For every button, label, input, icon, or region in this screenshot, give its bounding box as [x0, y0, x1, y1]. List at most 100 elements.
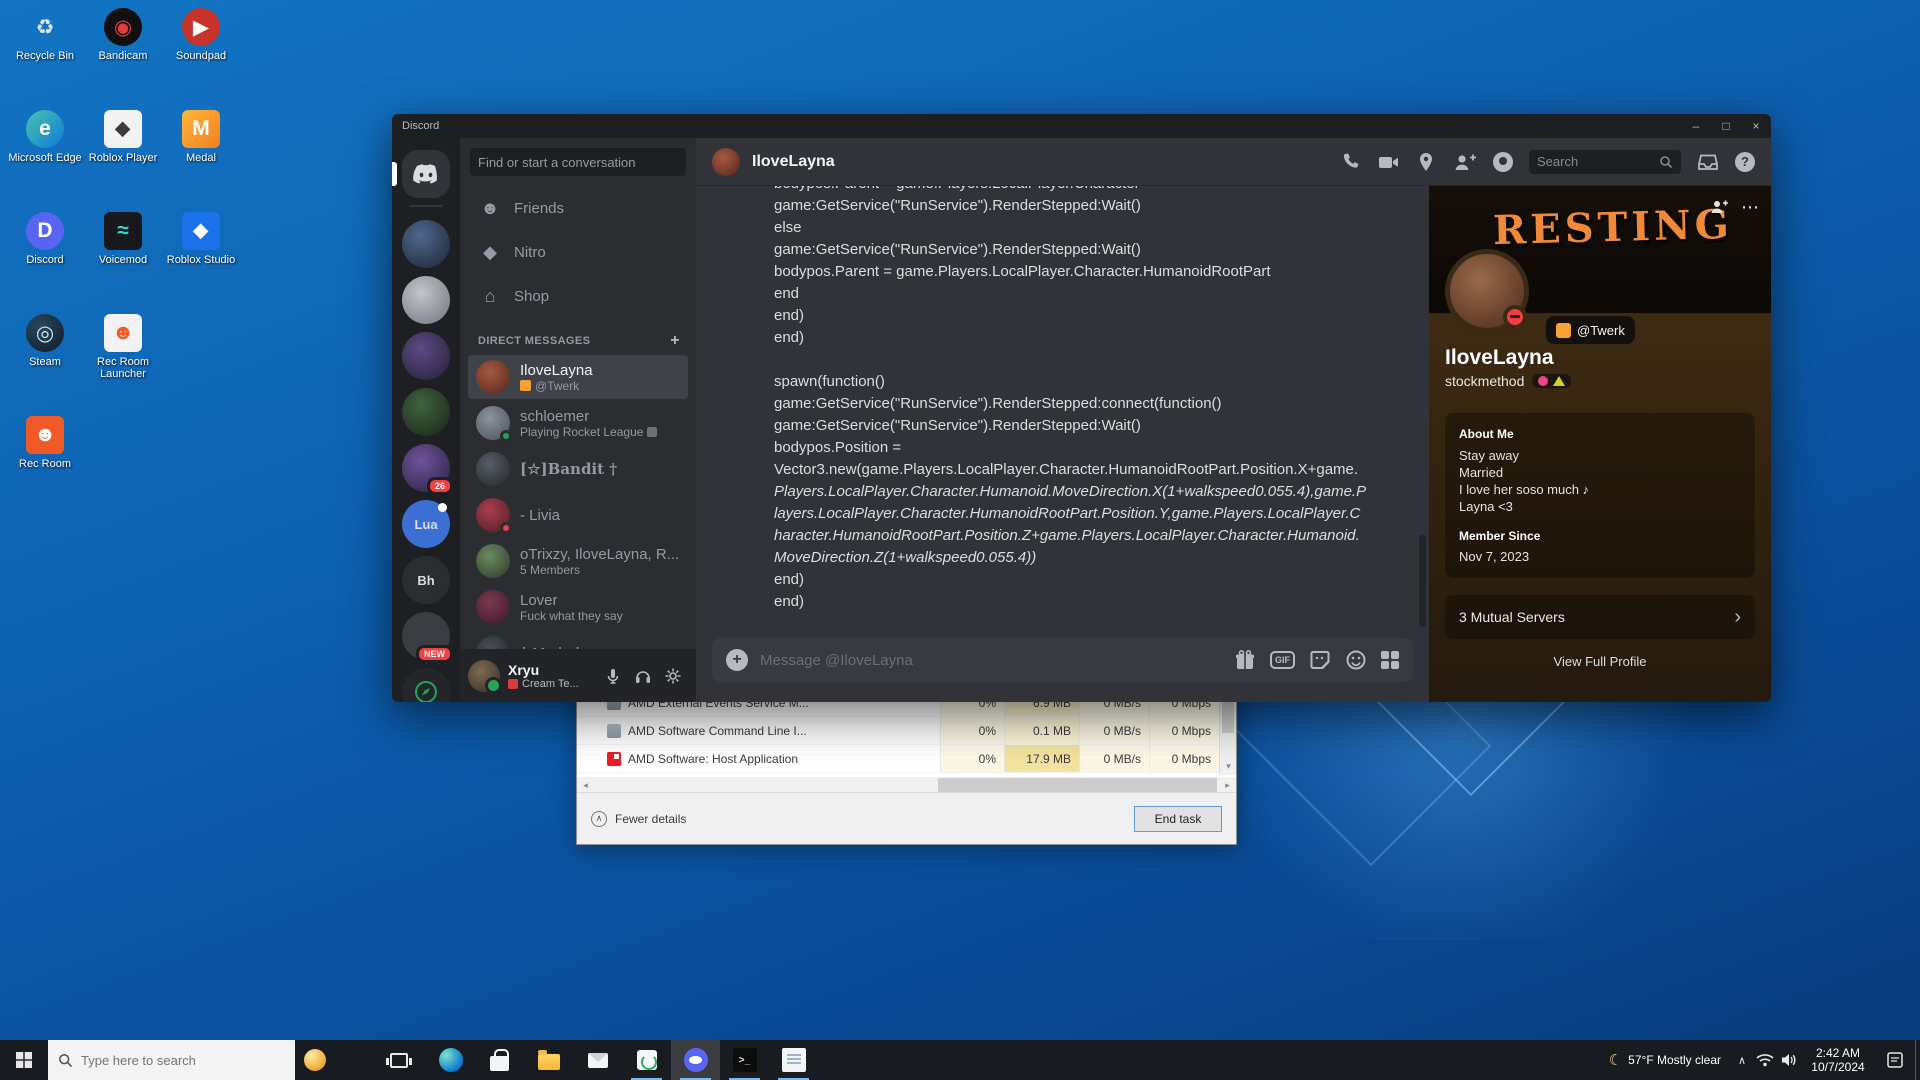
desktop-icon[interactable]: M Medal	[162, 110, 240, 212]
attach-file-button[interactable]: +	[726, 649, 748, 671]
discord-titlebar[interactable]: Discord – □ ×	[392, 114, 1771, 138]
clock[interactable]: 2:42 AM 10/7/2024	[1801, 1040, 1875, 1080]
sidebar-nav-item[interactable]: ◆ Nitro	[468, 230, 688, 274]
close-button[interactable]: ×	[1741, 114, 1771, 138]
desktop-icon[interactable]: e Microsoft Edge	[6, 110, 84, 212]
server-icon[interactable]: Bh	[402, 556, 450, 604]
dm-list-item[interactable]: IloveLayna @Twerk	[468, 355, 688, 399]
maximize-button[interactable]: □	[1711, 114, 1741, 138]
dm-list-item[interactable]: - Livia	[468, 493, 688, 537]
taskbar-search-input[interactable]	[81, 1053, 266, 1068]
create-dm-button[interactable]: +	[670, 332, 680, 350]
taskbar-app-button[interactable]	[671, 1040, 720, 1080]
dm-subtitle-row: Fuck what they say	[520, 609, 623, 623]
desktop-icon-glyph: ◼	[111, 117, 135, 141]
emoji-picker-button[interactable]	[1345, 649, 1367, 671]
fewer-details-button[interactable]: ∧ Fewer details	[591, 811, 686, 827]
conversation-search-button[interactable]: Find or start a conversation	[470, 148, 686, 176]
server-icon[interactable]: Lua	[402, 500, 450, 548]
mute-microphone-button[interactable]	[598, 661, 628, 691]
dm-list-item[interactable]: [☆]Bandit †	[468, 447, 688, 491]
chat-search-input[interactable]: Search	[1529, 150, 1681, 174]
taskbar-app-button[interactable]	[769, 1040, 818, 1080]
self-username: Xryu	[508, 662, 579, 678]
dm-list-item[interactable]: Lover Fuck what they say	[468, 585, 688, 629]
message-input[interactable]	[760, 652, 1222, 669]
scroll-down-arrow[interactable]: ▾	[1220, 758, 1237, 775]
taskbar-app-button[interactable]	[475, 1040, 524, 1080]
server-icon[interactable]	[402, 220, 450, 268]
server-icon[interactable]	[402, 668, 450, 702]
add-friends-to-dm-button[interactable]	[1453, 151, 1477, 173]
desktop-icon[interactable]: ♻ Recycle Bin	[6, 8, 84, 110]
taskbar-app-button[interactable]	[573, 1040, 622, 1080]
search-highlight-button[interactable]	[295, 1040, 335, 1080]
desktop-icon[interactable]: ☻ Rec Room Launcher	[84, 314, 162, 416]
apps-button[interactable]	[1381, 651, 1399, 669]
help-button[interactable]: ?	[1735, 152, 1755, 172]
gif-picker-button[interactable]: GIF	[1270, 651, 1295, 669]
dm-subtitle-row: @Twerk	[520, 379, 593, 393]
message-line: game:GetService("RunService").RenderStep…	[774, 241, 1429, 263]
dm-texts: - Livia	[520, 507, 560, 524]
action-center-button[interactable]	[1875, 1040, 1915, 1080]
start-button[interactable]	[0, 1040, 48, 1080]
task-view-button[interactable]	[379, 1040, 419, 1080]
dm-list-item[interactable]: † Mads †	[468, 631, 688, 649]
server-icon[interactable]	[402, 276, 450, 324]
weather-widget[interactable]: ☾ 57°F Mostly clear	[1599, 1040, 1731, 1080]
desktop-icon[interactable]: ☻ Rec Room	[6, 416, 84, 518]
scrollbar-thumb[interactable]	[938, 778, 1217, 793]
tag-chip[interactable]: @Twerk	[1546, 316, 1635, 344]
network-button[interactable]	[1753, 1040, 1777, 1080]
server-icon[interactable]: 26	[402, 444, 450, 492]
profile-avatar[interactable]	[1445, 249, 1529, 333]
dm-list-item[interactable]: schloemer Playing Rocket League	[468, 401, 688, 445]
desktop-icon-tile: ◼	[182, 212, 220, 250]
voice-call-button[interactable]	[1339, 151, 1361, 173]
server-icon[interactable]	[402, 150, 450, 198]
mutual-servers-button[interactable]: 3 Mutual Servers ›	[1445, 595, 1755, 639]
desktop-icon[interactable]: D Discord	[6, 212, 84, 314]
inbox-button[interactable]	[1697, 151, 1719, 173]
desktop-icon[interactable]: ≈ Voicemod	[84, 212, 162, 314]
taskbar-app-button[interactable]	[524, 1040, 573, 1080]
dm-list-item[interactable]: oTrixzy, IloveLayna, R... 5 Members	[468, 539, 688, 583]
process-row[interactable]: AMD Software Command Line I... 0% 0.1 MB…	[577, 717, 1219, 745]
user-settings-button[interactable]	[658, 661, 688, 691]
end-task-button[interactable]: End task	[1134, 806, 1222, 832]
desktop-icon[interactable]: ◎ Steam	[6, 314, 84, 416]
desktop-icon[interactable]: ▶ Soundpad	[162, 8, 240, 110]
chat-scrollbar[interactable]	[1419, 535, 1426, 627]
server-icon[interactable]: NEW	[402, 612, 450, 660]
view-full-profile-button[interactable]: View Full Profile	[1445, 654, 1755, 669]
show-desktop-button[interactable]	[1915, 1040, 1920, 1080]
desktop-icon-label: Roblox Studio	[167, 254, 236, 266]
add-friend-icon[interactable]	[1709, 198, 1729, 216]
chat-user-avatar[interactable]	[712, 148, 740, 176]
more-options-icon[interactable]: ⋯	[1741, 202, 1759, 212]
sticker-picker-button[interactable]	[1309, 649, 1331, 671]
taskbar-app-button[interactable]	[426, 1040, 475, 1080]
volume-button[interactable]	[1777, 1040, 1801, 1080]
sidebar-nav-item[interactable]: ☻ Friends	[468, 186, 688, 230]
self-avatar[interactable]	[468, 660, 500, 692]
gift-button[interactable]	[1234, 649, 1256, 671]
desktop-icon[interactable]: ◼ Roblox Player	[84, 110, 162, 212]
server-icon[interactable]	[402, 388, 450, 436]
process-row[interactable]: AMD Software: Host Application 0% 17.9 M…	[577, 745, 1219, 773]
video-call-button[interactable]	[1377, 151, 1399, 173]
tray-expand-button[interactable]: ∧	[1731, 1040, 1753, 1080]
desktop-icon[interactable]: ◼ Roblox Studio	[162, 212, 240, 314]
minimize-button[interactable]: –	[1681, 114, 1711, 138]
deafen-button[interactable]	[628, 661, 658, 691]
taskbar-app-button[interactable]	[622, 1040, 671, 1080]
user-profile-toggle[interactable]	[1493, 152, 1513, 172]
pinned-messages-button[interactable]	[1415, 151, 1437, 173]
profile-badges[interactable]	[1532, 374, 1571, 388]
taskbar-app-button[interactable]: >_	[720, 1040, 769, 1080]
taskbar-search[interactable]	[48, 1040, 295, 1080]
sidebar-nav-item[interactable]: ⌂ Shop	[468, 274, 688, 318]
desktop-icon[interactable]: ◉ Bandicam	[84, 8, 162, 110]
server-icon[interactable]	[402, 332, 450, 380]
